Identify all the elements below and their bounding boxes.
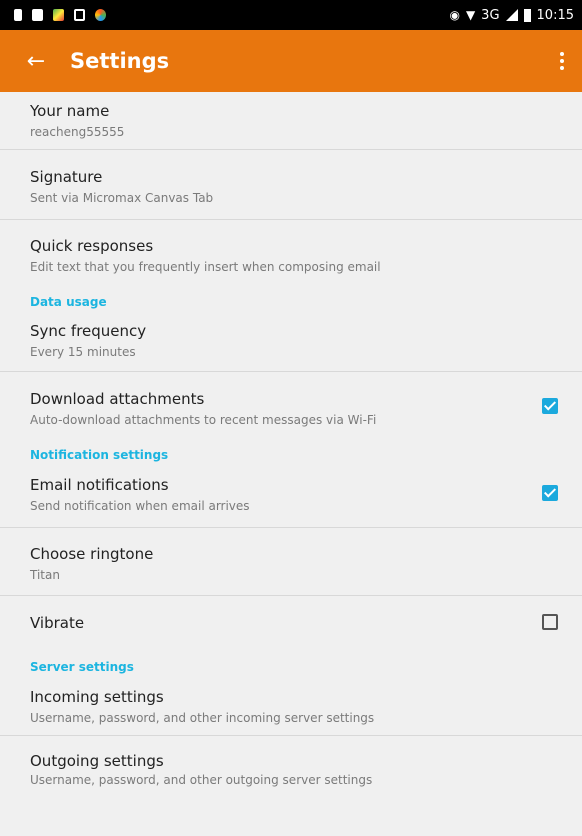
download-attachments-checkbox[interactable] bbox=[542, 398, 558, 414]
clock: 10:15 bbox=[536, 7, 574, 23]
setting-signature[interactable]: Signature Sent via Micromax Canvas Tab bbox=[0, 150, 582, 220]
lock-icon bbox=[32, 9, 43, 21]
setting-title: Vibrate bbox=[30, 614, 85, 632]
setting-summary: Username, password, and other incoming s… bbox=[30, 711, 375, 725]
settings-list: Your name reacheng55555 Signature Sent v… bbox=[0, 92, 582, 790]
app-icon bbox=[95, 9, 106, 21]
setting-your-name[interactable]: Your name reacheng55555 bbox=[0, 92, 582, 150]
signal-icon bbox=[505, 9, 518, 21]
vibrate-checkbox[interactable] bbox=[542, 614, 558, 630]
arrow-back-icon[interactable]: ← bbox=[0, 49, 70, 74]
section-header-notifications: Notification settings bbox=[30, 448, 169, 462]
sim-card-icon bbox=[14, 9, 22, 21]
more-vert-icon[interactable] bbox=[542, 52, 582, 70]
screen-icon bbox=[74, 9, 85, 21]
page-title: Settings bbox=[70, 49, 170, 73]
setting-incoming-settings[interactable]: Incoming settings Username, password, an… bbox=[0, 676, 582, 736]
setting-summary: Username, password, and other outgoing s… bbox=[30, 773, 373, 787]
setting-email-notifications[interactable]: Email notifications Send notification wh… bbox=[0, 468, 582, 528]
setting-value: Every 15 minutes bbox=[30, 345, 136, 359]
wifi-icon: ▼ bbox=[465, 8, 476, 22]
setting-summary: Edit text that you frequently insert whe… bbox=[30, 260, 381, 274]
setting-value: Sent via Micromax Canvas Tab bbox=[30, 191, 214, 205]
system-indicators: ◉ ▼ 3G 10:15 bbox=[449, 8, 574, 23]
setting-title: Choose ringtone bbox=[30, 545, 154, 563]
vibrate-icon: ◉ bbox=[449, 8, 460, 22]
setting-choose-ringtone[interactable]: Choose ringtone Titan bbox=[0, 528, 582, 596]
setting-quick-responses[interactable]: Quick responses Edit text that you frequ… bbox=[0, 220, 582, 284]
setting-title: Your name bbox=[30, 102, 110, 120]
setting-value: reacheng55555 bbox=[30, 125, 125, 139]
setting-title: Sync frequency bbox=[30, 322, 147, 340]
setting-summary: Auto-download attachments to recent mess… bbox=[30, 413, 377, 427]
setting-title: Signature bbox=[30, 168, 103, 186]
section-header-server: Server settings bbox=[30, 660, 134, 674]
app-bar: ← Settings bbox=[0, 30, 582, 92]
setting-title: Quick responses bbox=[30, 237, 154, 255]
setting-download-attachments[interactable]: Download attachments Auto-download attac… bbox=[0, 372, 582, 442]
section-header-data-usage: Data usage bbox=[30, 295, 107, 309]
setting-title: Download attachments bbox=[30, 390, 205, 408]
email-notifications-checkbox[interactable] bbox=[542, 485, 558, 501]
setting-value: Titan bbox=[30, 568, 60, 582]
setting-title: Email notifications bbox=[30, 476, 169, 494]
network-type: 3G bbox=[481, 7, 500, 23]
setting-sync-frequency[interactable]: Sync frequency Every 15 minutes bbox=[0, 314, 582, 372]
setting-title: Outgoing settings bbox=[30, 752, 164, 770]
status-bar: ◉ ▼ 3G 10:15 bbox=[0, 0, 582, 30]
battery-icon bbox=[523, 8, 531, 22]
notification-icons bbox=[14, 9, 106, 21]
gallery-icon bbox=[53, 9, 64, 21]
setting-vibrate[interactable]: Vibrate bbox=[0, 596, 582, 648]
setting-title: Incoming settings bbox=[30, 688, 164, 706]
setting-summary: Send notification when email arrives bbox=[30, 499, 250, 513]
setting-outgoing-settings[interactable]: Outgoing settings Username, password, an… bbox=[0, 736, 582, 790]
